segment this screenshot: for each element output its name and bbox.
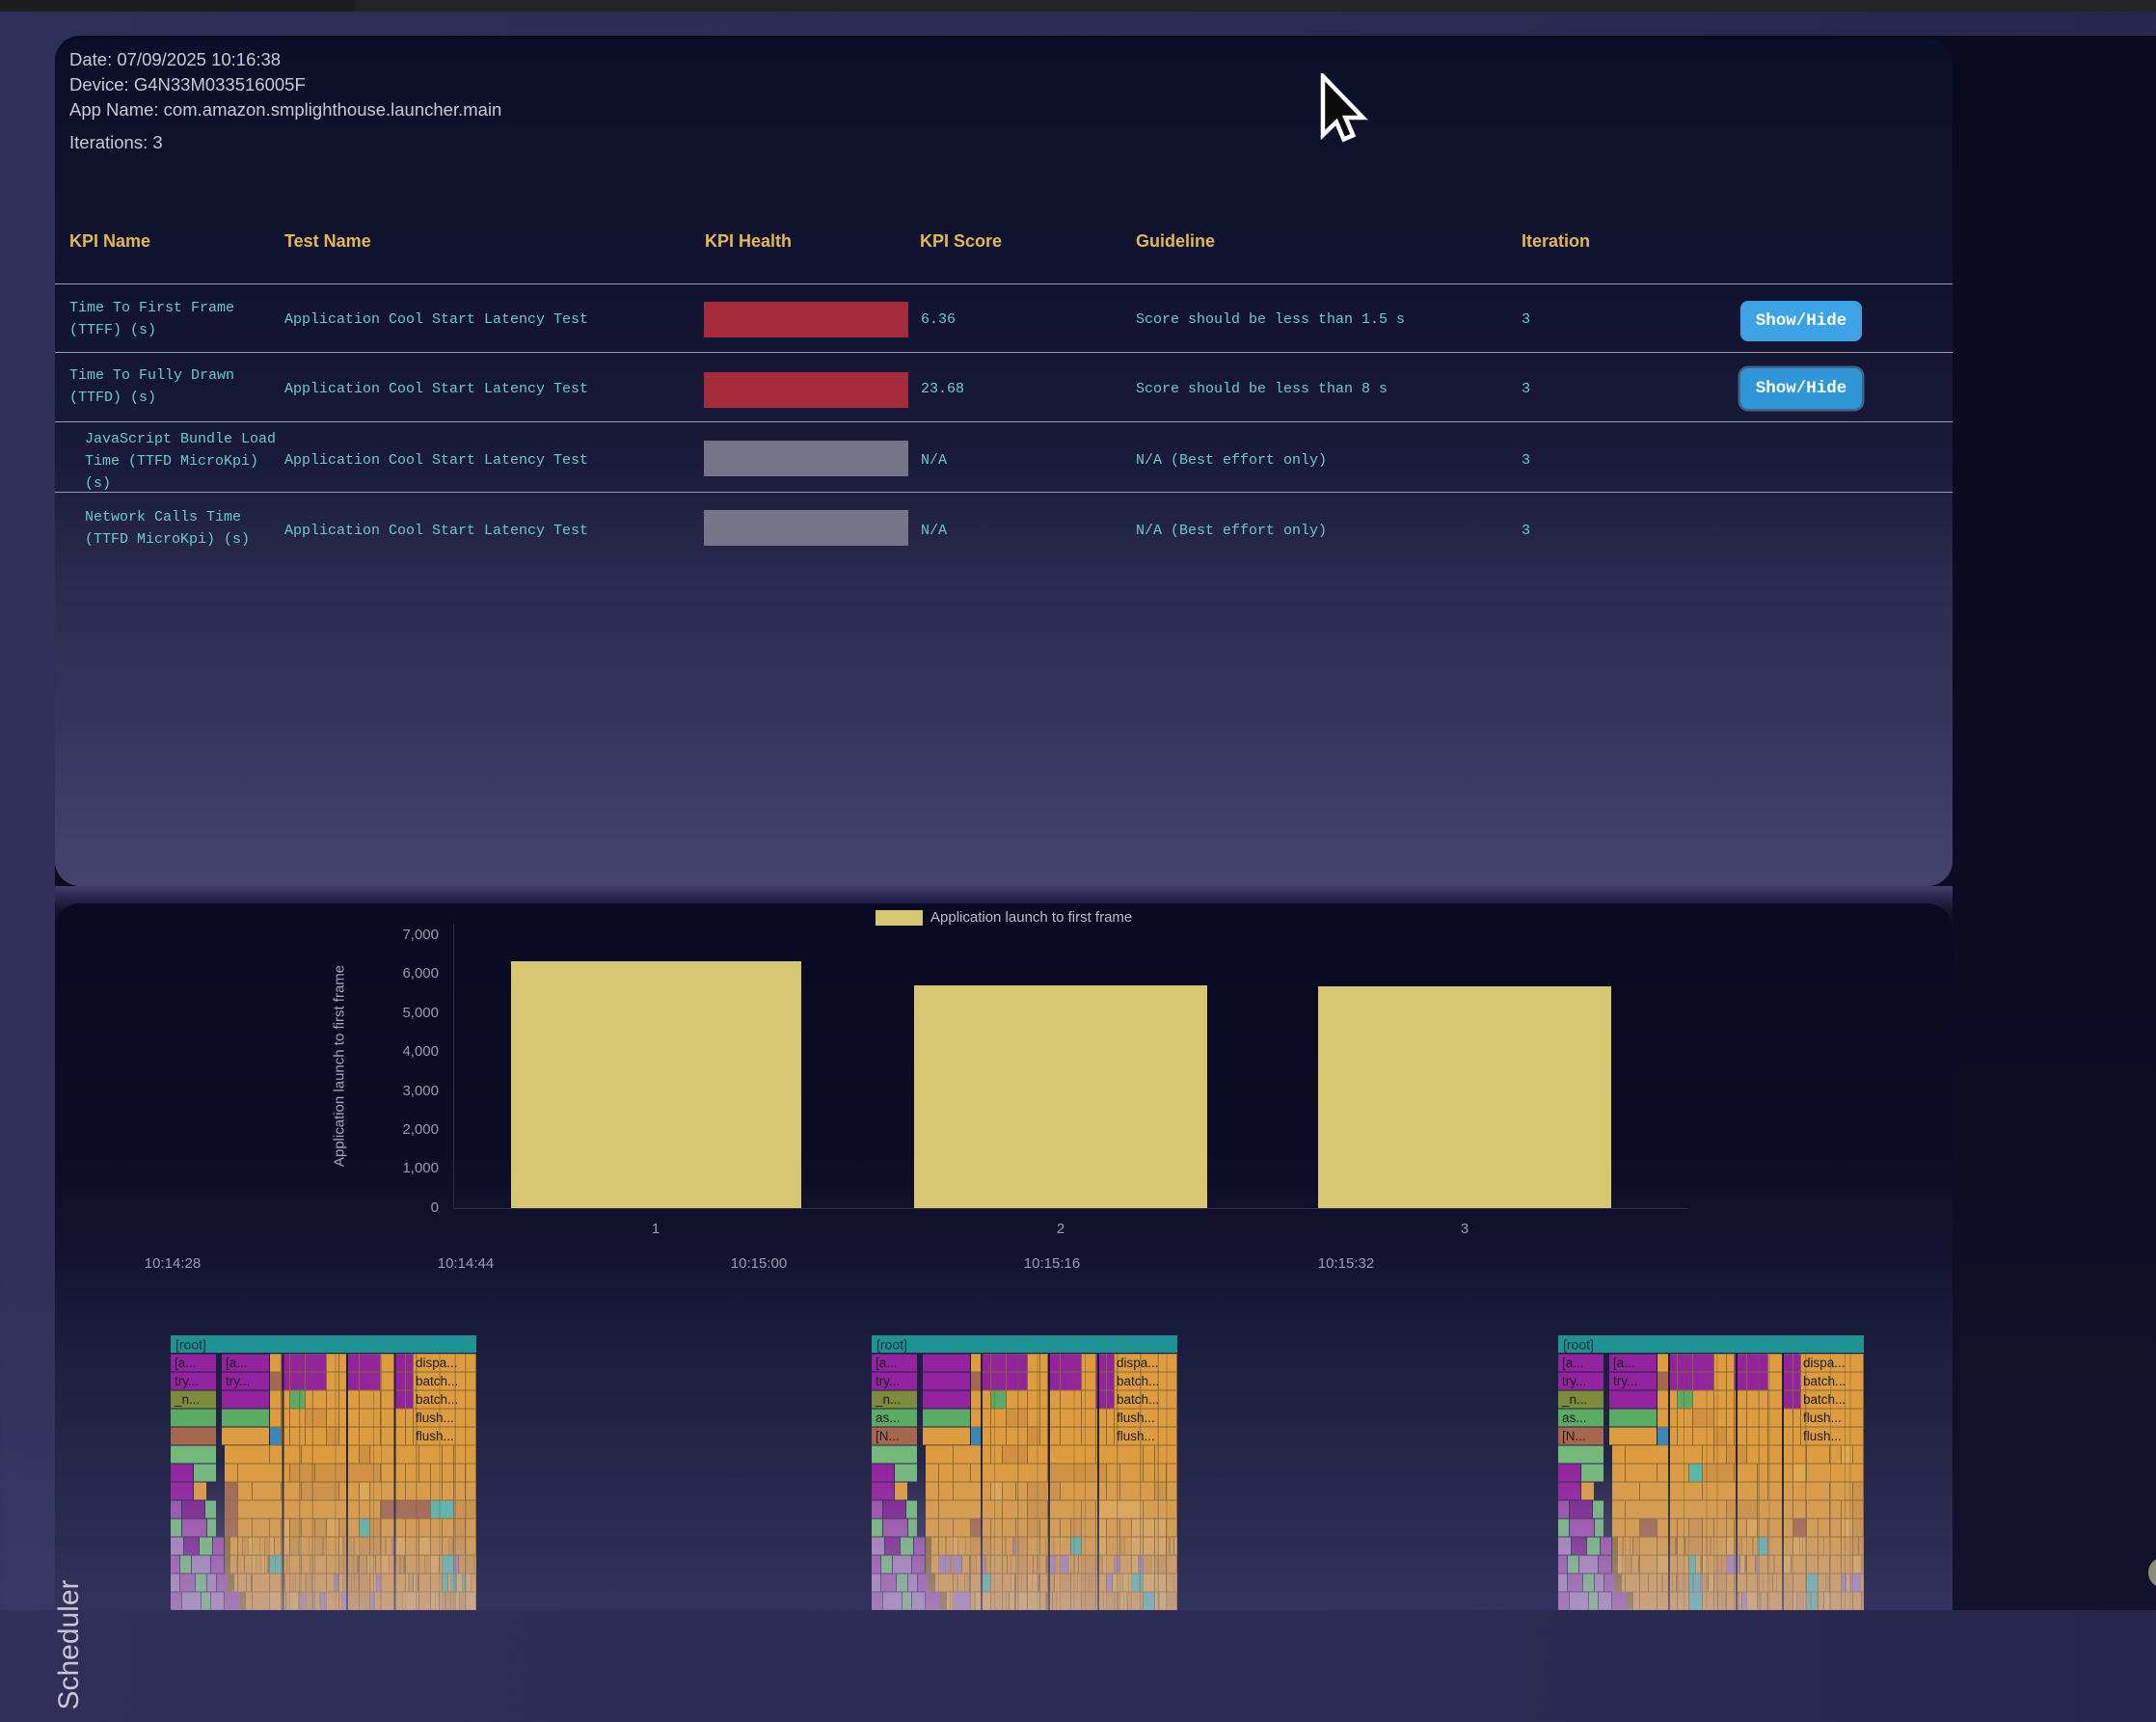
svg-text:batch...: batch... — [416, 1392, 458, 1407]
svg-text:flush...: flush... — [1803, 1429, 1842, 1443]
svg-text:try...: try... — [226, 1374, 250, 1388]
svg-text:[root]: [root] — [876, 1337, 907, 1353]
svg-text:[root]: [root] — [1563, 1337, 1594, 1353]
svg-text:[a...: [a... — [175, 1356, 197, 1370]
svg-text:as...: as... — [1562, 1411, 1587, 1425]
svg-text:dispa...: dispa... — [416, 1356, 458, 1370]
svg-text:batch...: batch... — [1117, 1374, 1159, 1388]
svg-text:flush...: flush... — [1117, 1429, 1155, 1443]
svg-text:[N...: [N... — [1562, 1429, 1586, 1443]
svg-text:try...: try... — [1613, 1374, 1637, 1388]
svg-text:[a...: [a... — [1562, 1356, 1584, 1370]
svg-text:[a...: [a... — [226, 1356, 248, 1370]
svg-text:batch...: batch... — [1803, 1392, 1846, 1407]
svg-text:batch...: batch... — [416, 1374, 458, 1388]
svg-text:dispa...: dispa... — [1803, 1356, 1846, 1370]
svg-text:[a...: [a... — [876, 1356, 898, 1370]
svg-text:try...: try... — [876, 1374, 900, 1388]
svg-text:flush...: flush... — [1117, 1411, 1155, 1425]
svg-text:[N...: [N... — [876, 1429, 900, 1443]
svg-text:flush...: flush... — [416, 1411, 454, 1425]
svg-text:_n...: _n... — [174, 1392, 200, 1407]
svg-text:try...: try... — [1562, 1374, 1586, 1388]
svg-text:_n...: _n... — [875, 1392, 901, 1407]
svg-text:batch...: batch... — [1117, 1392, 1159, 1407]
svg-text:flush...: flush... — [416, 1429, 454, 1443]
svg-text:[a...: [a... — [1613, 1356, 1635, 1370]
svg-text:dispa...: dispa... — [1117, 1356, 1159, 1370]
svg-text:as...: as... — [876, 1411, 901, 1425]
svg-text:[root]: [root] — [175, 1337, 206, 1353]
svg-text:batch...: batch... — [1803, 1374, 1846, 1388]
svg-text:flush...: flush... — [1803, 1411, 1842, 1425]
svg-text:try...: try... — [175, 1374, 199, 1388]
svg-text:_n...: _n... — [1561, 1392, 1587, 1407]
